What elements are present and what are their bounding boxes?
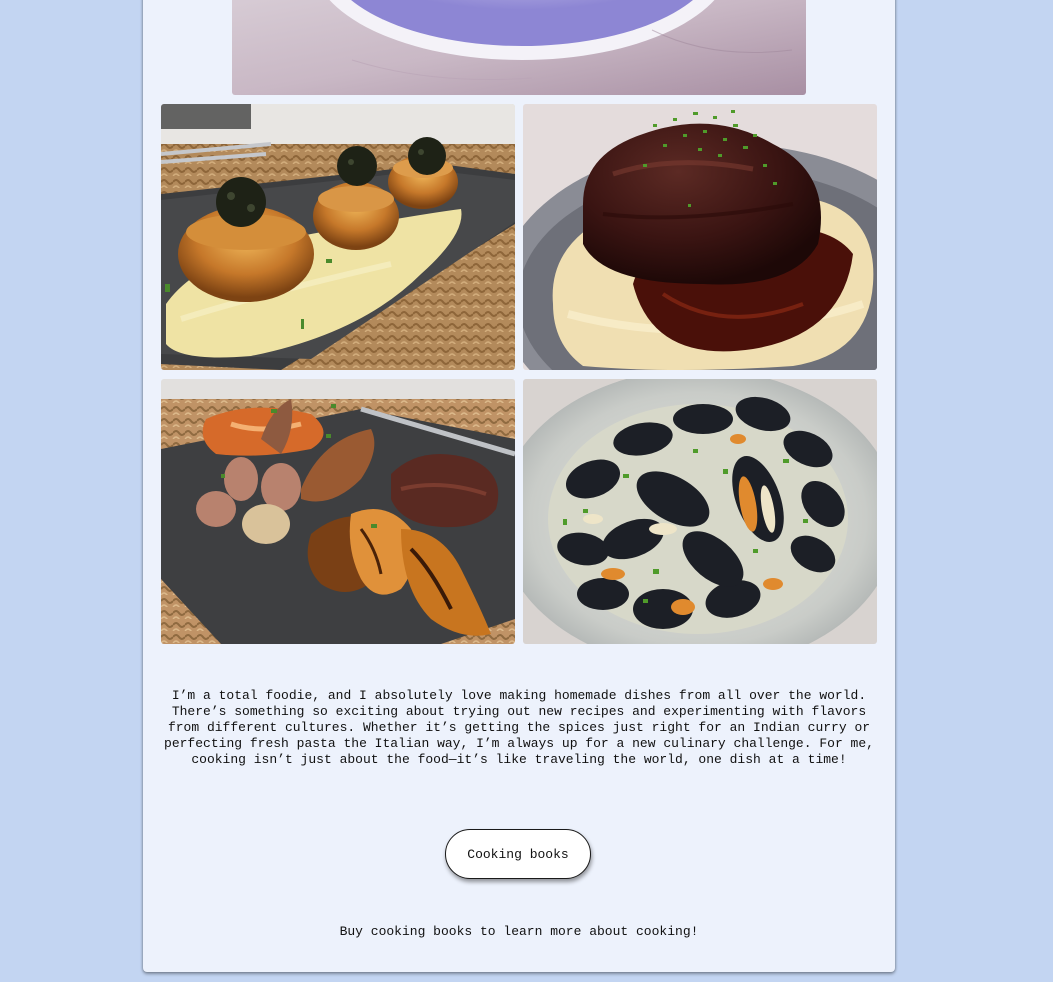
steamed-mussels-photo [523, 379, 877, 644]
cooking-books-caption: Buy cooking books to learn more about co… [339, 924, 699, 939]
top-plate-photo [232, 0, 806, 95]
braised-short-rib-photo [523, 104, 877, 370]
seared-scallops-photo [161, 104, 515, 370]
content-card: I’m a total foodie, and I absolutely lov… [143, 0, 895, 972]
steak-and-shrimp-photo [161, 379, 515, 644]
cooking-books-button[interactable]: Cooking books [445, 829, 591, 879]
intro-paragraph: I’m a total foodie, and I absolutely lov… [164, 688, 874, 767]
